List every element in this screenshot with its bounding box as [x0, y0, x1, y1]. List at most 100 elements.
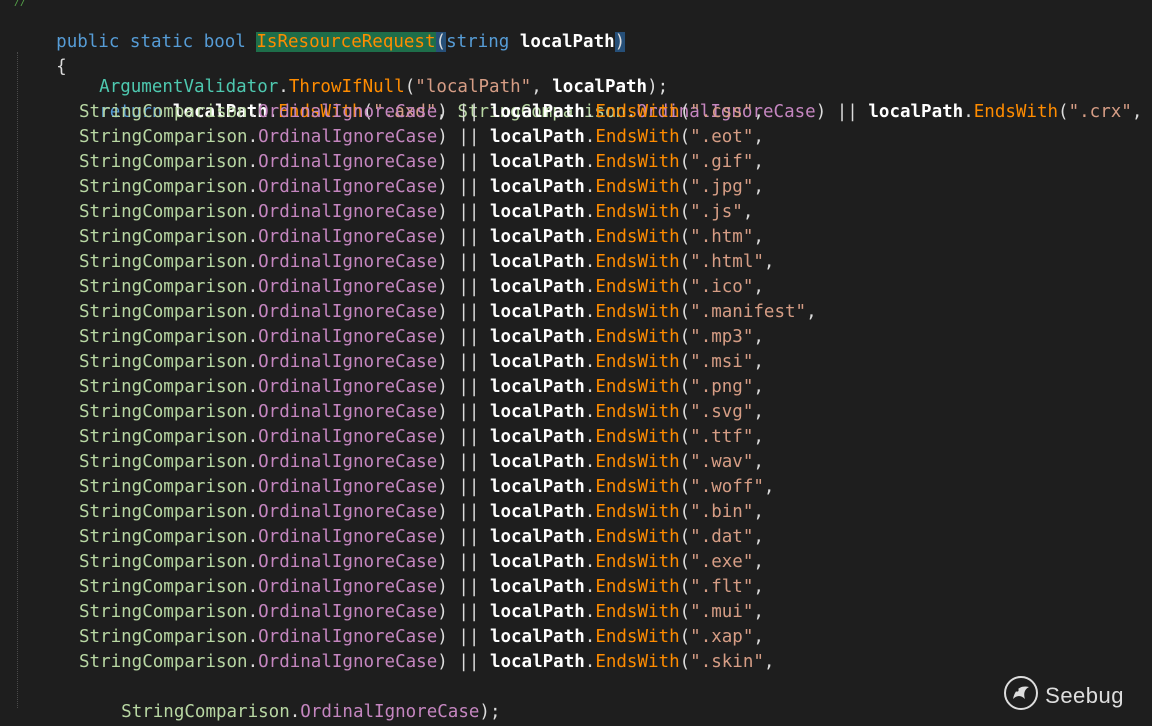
- parameter-ref: localPath: [489, 202, 585, 222]
- string-literal: ".xap": [690, 627, 754, 647]
- seebug-brand: Seebug: [1045, 682, 1124, 708]
- method-call: EndsWith: [595, 502, 680, 522]
- or-operator: ) ||: [437, 152, 490, 172]
- method-signature-line[interactable]: public static bool IsResourceRequest(str…: [14, 5, 626, 52]
- method-call: EndsWith: [595, 202, 680, 222]
- enum-member: OrdinalIgnoreCase: [258, 352, 438, 372]
- dot: .: [584, 127, 596, 147]
- enum-member: OrdinalIgnoreCase: [258, 652, 438, 672]
- dot: .: [963, 102, 974, 122]
- comma: ,: [753, 602, 764, 622]
- or-operator: ) ||: [437, 402, 490, 422]
- dot: .: [584, 202, 596, 222]
- dot: .: [247, 327, 259, 347]
- dot: .: [247, 427, 259, 447]
- enum-name: StringComparison: [79, 277, 248, 297]
- extension-line[interactable]: StringComparison.OrdinalIgnoreCase) || l…: [79, 375, 764, 400]
- dot: .: [247, 102, 259, 122]
- parameter-ref: localPath: [489, 352, 585, 372]
- dot: .: [584, 227, 596, 247]
- parameter-ref: localPath: [489, 227, 585, 247]
- extension-line[interactable]: StringComparison.OrdinalIgnoreCase) || l…: [79, 175, 764, 200]
- extension-line[interactable]: StringComparison.OrdinalIgnoreCase) || l…: [79, 500, 764, 525]
- extension-line[interactable]: StringComparison.OrdinalIgnoreCase) || l…: [79, 475, 774, 500]
- extension-line[interactable]: StringComparison.OrdinalIgnoreCase) || l…: [79, 425, 764, 450]
- dot: .: [247, 302, 259, 322]
- dot: .: [247, 502, 259, 522]
- method-call: EndsWith: [595, 302, 680, 322]
- parameter-name: localPath: [519, 32, 615, 52]
- dot: .: [584, 552, 596, 572]
- method-name-highlight[interactable]: IsResourceRequest: [256, 32, 436, 52]
- extension-line[interactable]: StringComparison.OrdinalIgnoreCase) || l…: [79, 125, 764, 150]
- keyword-static: static: [129, 32, 194, 52]
- comma: ,: [742, 202, 754, 222]
- extension-line[interactable]: StringComparison.OrdinalIgnoreCase) || l…: [79, 300, 817, 325]
- extension-line[interactable]: StringComparison.OrdinalIgnoreCase) || l…: [79, 625, 764, 650]
- parameter-ref: localPath: [868, 102, 964, 122]
- method-call: EndsWith: [595, 527, 680, 547]
- final-condition-line[interactable]: StringComparison.OrdinalIgnoreCase);: [79, 675, 500, 722]
- paren: (: [679, 102, 691, 122]
- enum-name: StringComparison: [79, 502, 248, 522]
- string-literal: ".ttf": [690, 427, 754, 447]
- or-operator: ) ||: [437, 527, 490, 547]
- string-literal: ".woff": [690, 477, 764, 497]
- enum-name: StringComparison: [79, 552, 248, 572]
- close-brace-line[interactable]: }: [14, 700, 67, 725]
- or-operator: ) ||: [437, 202, 490, 222]
- enum-name: StringComparison: [79, 102, 248, 122]
- extension-line[interactable]: StringComparison.OrdinalIgnoreCase) || l…: [79, 600, 764, 625]
- comma: ,: [753, 502, 764, 522]
- dot: .: [247, 402, 259, 422]
- enum-name: StringComparison: [121, 702, 290, 722]
- paren: (: [679, 402, 691, 422]
- extension-line[interactable]: StringComparison.OrdinalIgnoreCase) || l…: [79, 550, 764, 575]
- enum-member: OrdinalIgnoreCase: [258, 227, 438, 247]
- paren: (: [679, 127, 691, 147]
- extension-line[interactable]: StringComparison.OrdinalIgnoreCase) || l…: [79, 450, 764, 475]
- extension-line[interactable]: StringComparison.OrdinalIgnoreCase) || l…: [79, 650, 774, 675]
- method-call: EndsWith: [595, 652, 680, 672]
- enum-member: OrdinalIgnoreCase: [258, 602, 438, 622]
- dot: .: [584, 302, 596, 322]
- extension-line[interactable]: StringComparison.OrdinalIgnoreCase) || l…: [79, 575, 764, 600]
- validator-line[interactable]: ArgumentValidator.ThrowIfNull("localPath…: [57, 50, 668, 97]
- extension-line[interactable]: StringComparison.OrdinalIgnoreCase) || l…: [79, 400, 764, 425]
- comma: ,: [753, 127, 764, 147]
- string-literal: ".crx": [1068, 102, 1132, 122]
- code-editor[interactable]: // public static bool IsResourceRequest(…: [0, 0, 1152, 726]
- enum-name: StringComparison: [79, 577, 248, 597]
- return-line[interactable]: return localPath.EndsWith(".axd", String…: [57, 75, 1142, 122]
- extension-line[interactable]: StringComparison.OrdinalIgnoreCase) || l…: [79, 275, 764, 300]
- method-call: EndsWith: [595, 177, 680, 197]
- extension-line[interactable]: StringComparison.OrdinalIgnoreCase) || l…: [79, 200, 753, 225]
- extension-line[interactable]: StringComparison.OrdinalIgnoreCase) || l…: [79, 325, 764, 350]
- dot: .: [584, 177, 596, 197]
- extension-line[interactable]: StringComparison.OrdinalIgnoreCase) || l…: [79, 100, 764, 125]
- comma: ,: [753, 227, 764, 247]
- enum-member: OrdinalIgnoreCase: [258, 177, 438, 197]
- paren: (: [679, 427, 691, 447]
- string-literal: ".flt": [690, 577, 754, 597]
- method-call: EndsWith: [595, 127, 680, 147]
- enum-member: OrdinalIgnoreCase: [258, 327, 438, 347]
- enum-member: OrdinalIgnoreCase: [300, 702, 480, 722]
- extension-line[interactable]: StringComparison.OrdinalIgnoreCase) || l…: [79, 150, 764, 175]
- dot: .: [247, 527, 259, 547]
- paren: (: [679, 202, 691, 222]
- string-literal: ".exe": [690, 552, 754, 572]
- comma: ,: [753, 327, 764, 347]
- comma: ,: [753, 352, 764, 372]
- comma: ,: [763, 252, 775, 272]
- extension-line[interactable]: StringComparison.OrdinalIgnoreCase) || l…: [79, 225, 764, 250]
- comma: ,: [753, 552, 764, 572]
- extension-line[interactable]: StringComparison.OrdinalIgnoreCase) || l…: [79, 250, 774, 275]
- enum-name: StringComparison: [79, 202, 248, 222]
- parameter-ref: localPath: [489, 277, 585, 297]
- enum-member: OrdinalIgnoreCase: [258, 127, 438, 147]
- or-operator: ) ||: [437, 452, 490, 472]
- extension-line[interactable]: StringComparison.OrdinalIgnoreCase) || l…: [79, 350, 764, 375]
- string-literal: ".manifest": [690, 302, 807, 322]
- extension-line[interactable]: StringComparison.OrdinalIgnoreCase) || l…: [79, 525, 764, 550]
